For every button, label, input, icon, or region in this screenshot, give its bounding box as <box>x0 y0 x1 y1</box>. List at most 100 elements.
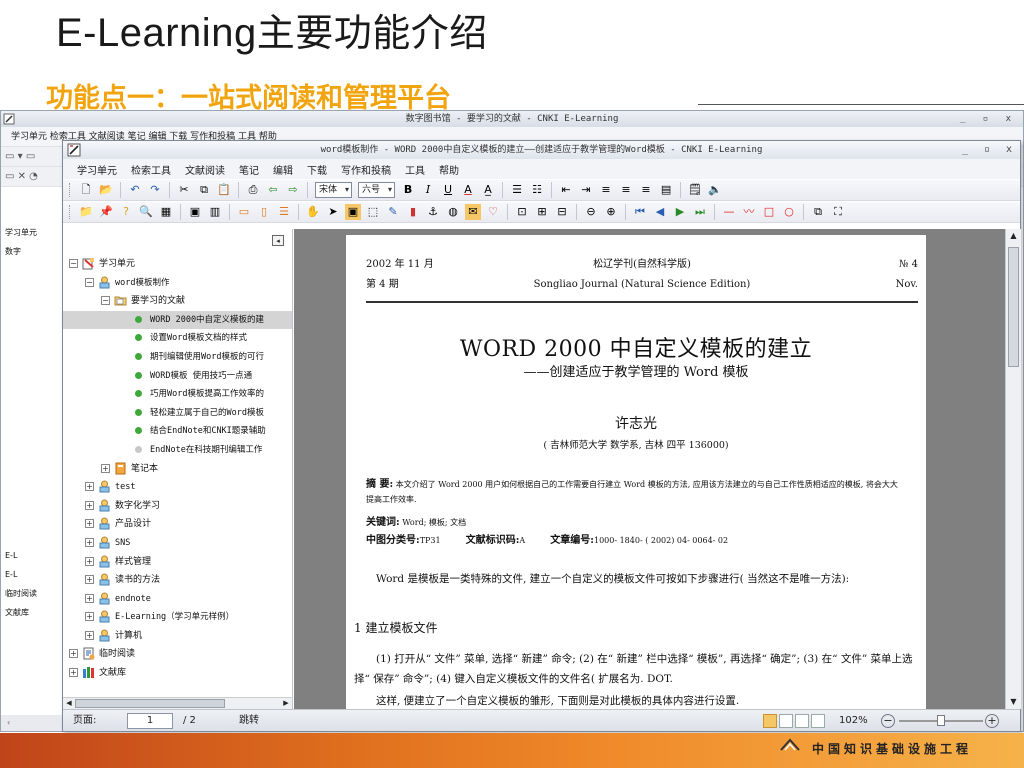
back-icon[interactable]: ⇦ <box>265 182 281 198</box>
expand-icon[interactable]: + <box>85 593 94 603</box>
tree-item[interactable]: + 文献库 <box>63 664 292 683</box>
globe-icon[interactable]: ◍ <box>445 204 461 220</box>
expand-icon[interactable]: + <box>69 649 78 659</box>
font-color-icon[interactable]: A <box>460 182 476 198</box>
tree-item[interactable]: 期刊编辑使用Word模板的可行 <box>63 348 292 367</box>
tree-horizontal-scrollbar[interactable]: ◀ ▶ <box>63 697 292 709</box>
menu-help[interactable]: 帮助 <box>439 162 459 177</box>
window-titlebar[interactable]: word模板制作 - WORD 2000中自定义模板的建立——创建适应于教学管理… <box>63 141 1020 159</box>
expand-icon[interactable]: + <box>85 537 94 547</box>
font-family-select[interactable]: 宋体 <box>315 182 353 198</box>
tree-item[interactable]: + 产品设计 <box>63 515 292 534</box>
copy-icon[interactable]: ⧉ <box>196 182 212 198</box>
font-size-select[interactable]: 六号 <box>358 182 396 198</box>
tree-item[interactable]: EndNote在科技期刊编辑工作 <box>63 441 292 460</box>
expand-icon[interactable]: + <box>85 575 94 585</box>
anchor-icon[interactable]: ⚓ <box>425 204 441 220</box>
new-document-icon[interactable]: 🗋 <box>78 182 94 198</box>
highlight-icon[interactable]: ✎ <box>385 204 401 220</box>
tree-item[interactable]: 设置Word模板文档的样式 <box>63 329 292 348</box>
bold-icon[interactable]: B <box>400 182 416 198</box>
line-tool-icon[interactable]: — <box>721 204 737 220</box>
copy-region-icon[interactable]: ⧉ <box>810 204 826 220</box>
bookmark-folder-icon[interactable]: 📁 <box>78 204 94 220</box>
justify-icon[interactable]: ▤ <box>658 182 674 198</box>
tree-item[interactable]: + 临时阅读 <box>63 645 292 664</box>
tree-item[interactable]: WORD 2000中自定义模板的建 <box>63 310 292 330</box>
collapse-panel-button[interactable]: ◂ <box>272 235 284 246</box>
tree-item[interactable]: + 数字化学习 <box>63 497 292 516</box>
note-icon[interactable]: 🗒 <box>687 182 703 198</box>
fit-page-icon[interactable]: ⊡ <box>514 204 530 220</box>
stamp-icon[interactable]: ✉ <box>465 204 481 220</box>
tree-item[interactable]: + 样式管理 <box>63 553 292 572</box>
tree-item[interactable]: 轻松建立属于自己的Word模板 <box>63 404 292 423</box>
bullet-list-icon[interactable]: ☷ <box>529 182 545 198</box>
expand-icon[interactable]: + <box>85 500 94 510</box>
scrollbar-thumb[interactable] <box>1008 247 1019 367</box>
expand-icon[interactable]: + <box>85 482 94 492</box>
collapse-icon[interactable]: − <box>69 259 78 268</box>
tree-item[interactable]: + 计算机 <box>63 627 292 646</box>
tree-item[interactable]: − 要学习的文献 <box>63 292 292 311</box>
underline-icon[interactable]: U <box>440 182 456 198</box>
expand-icon[interactable]: + <box>85 630 94 640</box>
zoom-in-icon[interactable]: ⊕ <box>603 204 619 220</box>
previous-page-icon[interactable]: ◀ <box>652 204 668 220</box>
screenshot-icon[interactable]: ⛶ <box>830 204 846 220</box>
zoom-slider-thumb[interactable] <box>937 715 945 726</box>
zoom-out-button[interactable]: − <box>881 714 895 728</box>
menu-reading[interactable]: 文献阅读 <box>185 162 225 177</box>
scroll-up-arrow-icon[interactable]: ▲ <box>1006 229 1021 243</box>
cut-icon[interactable]: ✂ <box>176 182 192 198</box>
hand-tool-icon[interactable]: ✋ <box>305 204 321 220</box>
wave-tool-icon[interactable]: 〰 <box>741 204 757 220</box>
align-right-icon[interactable]: ≡ <box>638 182 654 198</box>
scrollbar-thumb[interactable] <box>75 699 225 708</box>
save-note-icon[interactable]: ▯ <box>256 204 272 220</box>
document-viewer[interactable]: 2002 年 11 月 松辽学刊(自然科学版) № 4 第 4 期 Songli… <box>294 229 1021 709</box>
grid-icon[interactable]: ▦ <box>158 204 174 220</box>
close-button[interactable]: x <box>998 141 1020 159</box>
help-icon[interactable]: ? <box>118 204 134 220</box>
paste-icon[interactable]: 📋 <box>216 182 232 198</box>
continuous-view-icon[interactable] <box>779 714 793 728</box>
snapshot-icon[interactable]: ⬚ <box>365 204 381 220</box>
tree-item[interactable]: + E-Learning（学习单元样例） <box>63 608 292 627</box>
fit-width-icon[interactable]: ⊞ <box>534 204 550 220</box>
single-page-view-icon[interactable] <box>763 714 777 728</box>
two-page-view-icon[interactable] <box>795 714 809 728</box>
first-page-icon[interactable]: ⏮ <box>632 204 648 220</box>
tree-item[interactable]: + endnote <box>63 590 292 609</box>
tree-item[interactable]: 结合EndNote和CNKI题录辅助 <box>63 422 292 441</box>
actual-size-icon[interactable]: ⊟ <box>554 204 570 220</box>
page-icon[interactable]: ▥ <box>207 204 223 220</box>
next-page-icon[interactable]: ▶ <box>672 204 688 220</box>
menu-learning-unit[interactable]: 学习单元 <box>77 162 117 177</box>
expand-icon[interactable]: + <box>69 668 78 678</box>
last-page-icon[interactable]: ⏭ <box>692 204 708 220</box>
minimize-button[interactable]: _ <box>954 141 976 159</box>
volume-icon[interactable]: 🔈 <box>707 182 723 198</box>
char-border-icon[interactable]: A̲ <box>480 182 496 198</box>
tree-item[interactable]: + 笔记本 <box>63 460 292 479</box>
tree-item[interactable]: − 学习单元 <box>63 255 292 274</box>
layout-icon[interactable]: ▣ <box>187 204 203 220</box>
scroll-right-arrow-icon[interactable]: ▶ <box>280 698 292 709</box>
collapse-icon[interactable]: − <box>85 277 94 287</box>
export-icon[interactable]: ▭ <box>236 204 252 220</box>
forward-icon[interactable]: ⇨ <box>285 182 301 198</box>
page-number-input[interactable]: 1 <box>127 713 173 729</box>
numbered-list-icon[interactable]: ☰ <box>509 182 525 198</box>
pin-icon[interactable]: 📌 <box>98 204 114 220</box>
open-folder-icon[interactable]: 📂 <box>98 182 114 198</box>
grid-view-icon[interactable] <box>811 714 825 728</box>
toolbar-grip[interactable] <box>69 205 72 219</box>
rectangle-tool-icon[interactable]: □ <box>761 204 777 220</box>
zoom-out-icon[interactable]: ⊖ <box>583 204 599 220</box>
italic-icon[interactable]: I <box>420 182 436 198</box>
annotation-icon[interactable]: ▮ <box>405 204 421 220</box>
search-doc-icon[interactable]: 🔍 <box>138 204 154 220</box>
tree-item[interactable]: + 读书的方法 <box>63 571 292 590</box>
expand-icon[interactable]: + <box>101 463 110 473</box>
